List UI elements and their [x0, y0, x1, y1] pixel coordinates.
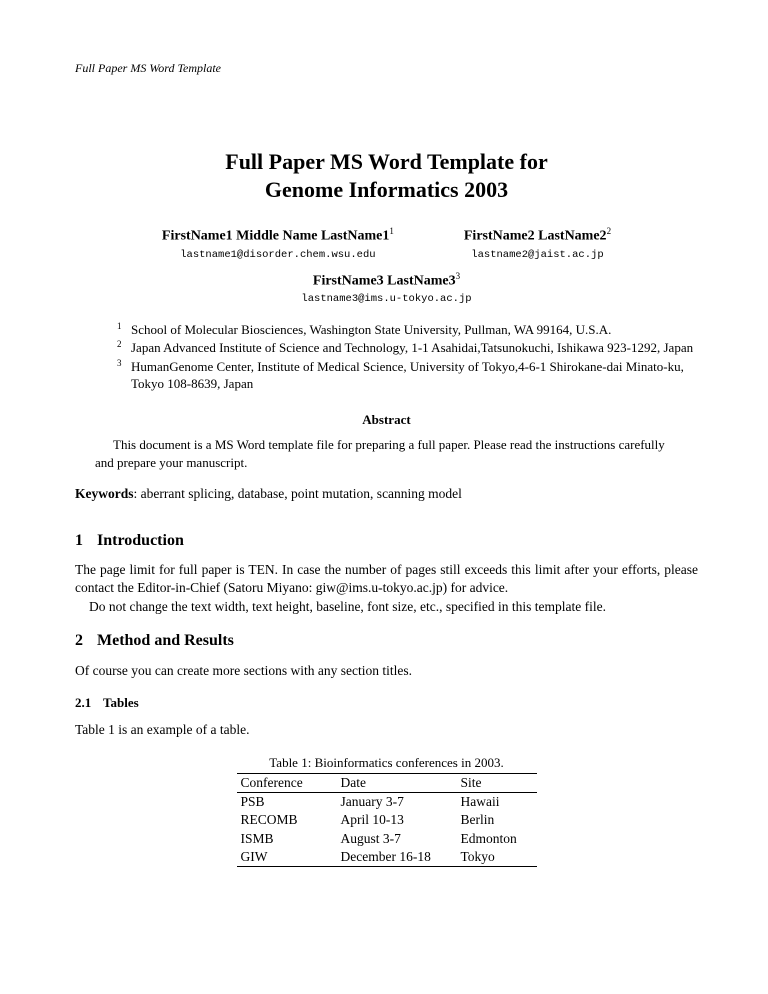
table-row: PSB January 3-7 Hawaii — [237, 793, 537, 812]
abstract-heading: Abstract — [75, 411, 698, 429]
affiliation-2: 2 Japan Advanced Institute of Science an… — [117, 339, 698, 357]
table-1-header-row: Conference Date Site — [237, 774, 537, 793]
section-2-body: Of course you can create more sections w… — [75, 662, 698, 680]
table-cell: Hawaii — [457, 793, 537, 812]
table-1-header-date: Date — [337, 774, 457, 793]
title-line-2: Genome Informatics 2003 — [265, 177, 508, 202]
section-1-body: The page limit for full paper is TEN. In… — [75, 561, 698, 616]
author-3-email: lastname3@ims.u-tokyo.ac.jp — [75, 292, 698, 306]
affil-2-text: Japan Advanced Institute of Science and … — [131, 339, 698, 357]
subsection-2-1-title: Tables — [103, 695, 139, 710]
section-2-heading: 2Method and Results — [75, 630, 698, 652]
section-1-heading: 1Introduction — [75, 530, 698, 552]
table-cell: PSB — [237, 793, 337, 812]
author-3-sup: 3 — [456, 271, 461, 281]
affil-2-sup: 2 — [117, 338, 131, 350]
table-1: Conference Date Site PSB January 3-7 Haw… — [237, 773, 537, 867]
subsection-2-1-heading: 2.1Tables — [75, 694, 698, 712]
section-1-num: 1 — [75, 530, 97, 552]
keywords-text: : aberrant splicing, database, point mut… — [134, 486, 462, 501]
table-1-header-conference: Conference — [237, 774, 337, 793]
author-2-sup: 2 — [607, 226, 612, 236]
keywords-label: Keywords — [75, 486, 134, 501]
table-cell: GIW — [237, 848, 337, 867]
table-row: RECOMB April 10-13 Berlin — [237, 811, 537, 829]
paper-title: Full Paper MS Word Template for Genome I… — [75, 148, 698, 203]
affiliations: 1 School of Molecular Biosciences, Washi… — [117, 321, 698, 393]
table-cell: August 3-7 — [337, 830, 457, 848]
author-2-name-text: FirstName2 LastName2 — [464, 229, 607, 244]
section-1-para2: Do not change the text width, text heigh… — [75, 598, 606, 616]
author-2-email: lastname2@jaist.ac.jp — [464, 248, 611, 262]
section-1-title: Introduction — [97, 532, 184, 549]
table-cell: Berlin — [457, 811, 537, 829]
running-header: Full Paper MS Word Template — [75, 60, 698, 76]
table-cell: Edmonton — [457, 830, 537, 848]
abstract-text: This document is a MS Word template file… — [95, 436, 678, 471]
author-1-name: FirstName1 Middle Name LastName11 — [162, 225, 394, 247]
table-cell: December 16-18 — [337, 848, 457, 867]
author-3-name-text: FirstName3 LastName3 — [313, 274, 456, 289]
affil-1-text: School of Molecular Biosciences, Washing… — [131, 321, 698, 339]
author-3: FirstName3 LastName33 lastname3@ims.u-to… — [75, 270, 698, 307]
table-row: GIW December 16-18 Tokyo — [237, 848, 537, 867]
table-cell: April 10-13 — [337, 811, 457, 829]
affil-1-sup: 1 — [117, 320, 131, 332]
keywords: Keywords: aberrant splicing, database, p… — [75, 485, 698, 503]
author-3-name: FirstName3 LastName33 — [75, 270, 698, 292]
table-cell: RECOMB — [237, 811, 337, 829]
subsection-2-1-body: Table 1 is an example of a table. — [75, 721, 698, 739]
authors-row-1: FirstName1 Middle Name LastName11 lastna… — [75, 225, 698, 262]
author-1: FirstName1 Middle Name LastName11 lastna… — [162, 225, 394, 262]
affil-3-sup: 3 — [117, 357, 131, 369]
section-1-para1: The page limit for full paper is TEN. In… — [75, 562, 698, 595]
subsection-2-1-num: 2.1 — [75, 694, 103, 712]
section-2-title: Method and Results — [97, 632, 234, 649]
author-1-email: lastname1@disorder.chem.wsu.edu — [162, 248, 394, 262]
table-1-header-site: Site — [457, 774, 537, 793]
affiliation-3: 3 HumanGenome Center, Institute of Medic… — [117, 358, 698, 393]
table-cell: Tokyo — [457, 848, 537, 867]
table-1-caption: Table 1: Bioinformatics conferences in 2… — [75, 754, 698, 772]
affiliation-1: 1 School of Molecular Biosciences, Washi… — [117, 321, 698, 339]
table-row: ISMB August 3-7 Edmonton — [237, 830, 537, 848]
table-cell: January 3-7 — [337, 793, 457, 812]
section-2-num: 2 — [75, 630, 97, 652]
author-2: FirstName2 LastName22 lastname2@jaist.ac… — [464, 225, 611, 262]
table-cell: ISMB — [237, 830, 337, 848]
affil-3-text: HumanGenome Center, Institute of Medical… — [131, 358, 698, 393]
author-1-name-text: FirstName1 Middle Name LastName1 — [162, 229, 389, 244]
title-line-1: Full Paper MS Word Template for — [225, 149, 547, 174]
author-1-sup: 1 — [389, 226, 394, 236]
author-2-name: FirstName2 LastName22 — [464, 225, 611, 247]
